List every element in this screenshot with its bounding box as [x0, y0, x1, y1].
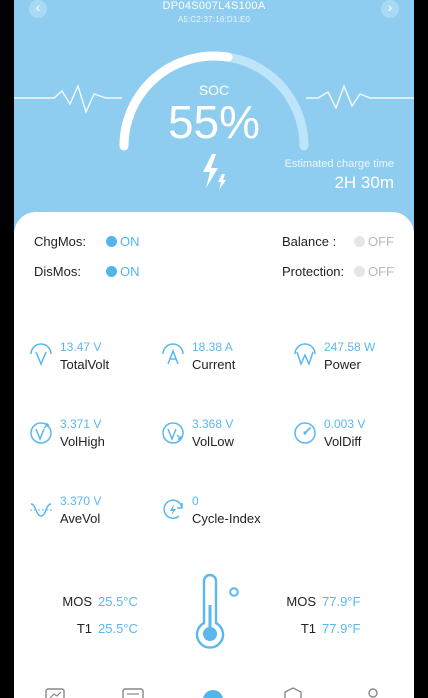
ave-vol-label: AveVol	[60, 511, 101, 526]
status-off-dot-icon	[354, 266, 365, 277]
dismos-toggle[interactable]: ON	[106, 264, 140, 279]
status-off-dot-icon	[354, 236, 365, 247]
vol-diff-value: 0.003 V	[324, 417, 366, 431]
metric-vol-diff: 0.003 V VolDiff	[292, 417, 414, 457]
dismos-label: DisMos:	[34, 264, 81, 279]
temp-value: 25.5°C	[98, 594, 138, 609]
temp-mos-fahrenheit: MOS 77.9°F	[282, 594, 360, 609]
status-on-dot-icon	[106, 236, 117, 247]
temp-label: MOS	[62, 594, 92, 609]
estimated-charge-label: Estimated charge time	[284, 158, 394, 170]
temp-value: 77.9°F	[322, 594, 361, 609]
vol-high-label: VolHigh	[60, 434, 105, 449]
balance-label: Balance :	[282, 234, 337, 249]
thermometer-icon	[195, 573, 239, 649]
chgmos-toggle[interactable]: ON	[106, 234, 140, 249]
temp-value: 77.9°F	[322, 621, 361, 636]
vol-low-value: 3.368 V	[192, 417, 234, 431]
metric-vol-low: 3.368 V VolLow	[160, 417, 290, 457]
left-bezel	[0, 0, 14, 698]
total-volt-value: 13.47 V	[60, 340, 102, 354]
tab-chart-icon[interactable]	[44, 686, 66, 698]
vol-high-value: 3.371 V	[60, 417, 102, 431]
soc-value: 55%	[167, 96, 261, 148]
voltage-low-icon	[162, 422, 184, 444]
protection-label: Protection:	[282, 264, 345, 279]
temp-mos-celsius: MOS 25.5°C	[58, 594, 138, 609]
device-mac: A5:C2:37:16:D1:E0	[177, 15, 251, 24]
right-bezel	[414, 0, 428, 698]
vol-diff-label: VolDiff	[324, 434, 362, 449]
current-value: 18.38 A	[192, 340, 233, 354]
temp-label: T1	[300, 621, 316, 636]
temp-value: 25.5°C	[98, 621, 138, 636]
device-name: DP04S007L4S100A	[162, 0, 266, 12]
metric-power: 247.58 W Power	[292, 340, 414, 380]
estimated-charge-value: 2H 30m	[334, 173, 394, 192]
protection-toggle[interactable]: OFF	[354, 264, 394, 279]
tab-settings-icon[interactable]	[122, 686, 144, 698]
ave-vol-value: 3.370 V	[60, 494, 102, 508]
protection-state: OFF	[368, 264, 394, 279]
cycle-icon	[163, 499, 183, 519]
status-on-dot-icon	[106, 266, 117, 277]
balance-state: OFF	[368, 234, 394, 249]
metric-vol-high: 3.371 V VolHigh	[28, 417, 158, 457]
voltage-high-icon	[30, 422, 52, 444]
gauge-icon	[294, 422, 316, 444]
wave-icon	[30, 503, 52, 517]
temp-label: MOS	[286, 594, 316, 609]
vol-low-label: VolLow	[192, 434, 234, 449]
tab-home-icon[interactable]	[202, 686, 224, 698]
metric-total-volt: 13.47 V TotalVolt	[28, 340, 158, 380]
dismos-state: ON	[120, 264, 140, 279]
power-label: Power	[324, 357, 361, 372]
cycle-index-value: 0	[192, 494, 199, 508]
voltage-icon	[30, 343, 52, 366]
chgmos-state: ON	[120, 234, 140, 249]
current-label: Current	[192, 357, 236, 372]
temp-t1-celsius: T1 25.5°C	[58, 621, 138, 636]
total-volt-label: TotalVolt	[60, 357, 110, 372]
power-icon	[294, 343, 316, 367]
temp-t1-fahrenheit: T1 77.9°F	[282, 621, 361, 636]
temp-label: T1	[76, 621, 92, 636]
charging-bolt-icon	[203, 154, 226, 190]
power-value: 247.58 W	[324, 340, 376, 354]
balance-toggle[interactable]: OFF	[354, 234, 394, 249]
app-screen: ‹ › DP04S007L4S100A A5:C2:37:16:D1:E0 SO…	[14, 0, 414, 698]
current-icon	[162, 343, 184, 365]
cycle-index-label: Cycle-Index	[192, 511, 261, 526]
metric-ave-vol: 3.370 V AveVol	[28, 494, 158, 534]
tab-profile-icon[interactable]	[362, 686, 384, 698]
metric-cycle-index: 0 Cycle-Index	[160, 494, 290, 534]
tab-shield-icon[interactable]	[282, 686, 304, 698]
chgmos-label: ChgMos:	[34, 234, 87, 249]
metric-current: 18.38 A Current	[160, 340, 290, 380]
